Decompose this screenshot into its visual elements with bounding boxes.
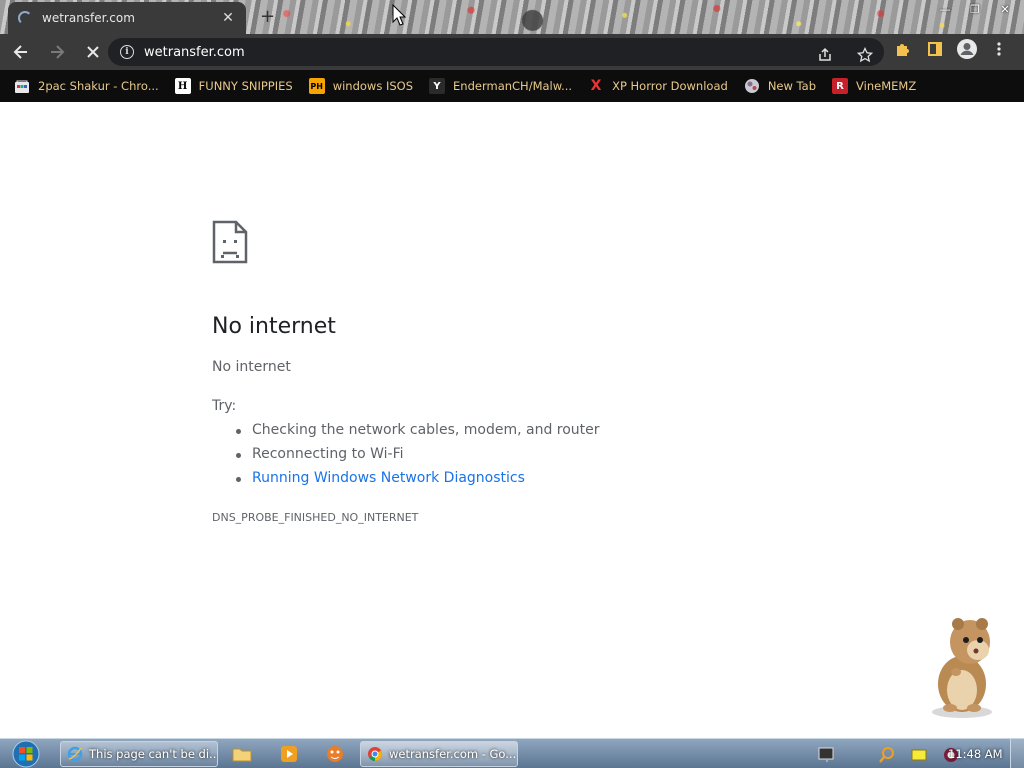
close-window-button[interactable]: ✕ (992, 0, 1018, 18)
minimize-button[interactable]: — (932, 0, 958, 18)
mouse-cursor-icon (392, 4, 406, 26)
bookmark-label: VineMEMZ (856, 79, 917, 93)
ph-icon: PH (308, 78, 325, 94)
task-label: wetransfer.com - Go... (389, 747, 517, 761)
bookmarks-bar: 2pac Shakur - Chro... H FUNNY SNIPPIES P… (0, 70, 1024, 102)
media-player-icon[interactable] (277, 742, 301, 766)
taskbar-clock[interactable]: 11:48 AM (948, 747, 1003, 761)
tab-close-icon[interactable]: ✕ (220, 10, 236, 26)
chrome-web-store-icon (14, 78, 30, 94)
tab-wetransfer[interactable]: wetransfer.com ✕ (8, 2, 246, 34)
window-controls: — ❐ ✕ (932, 0, 1018, 18)
hamster-icon[interactable] (918, 612, 1010, 720)
bookmark-xp-horror[interactable]: X XP Horror Download (588, 78, 728, 94)
bookmark-endermanch[interactable]: Y EndermanCH/Malw... (429, 78, 572, 94)
suggestion-reconnect-wifi: Reconnecting to Wi-Fi (236, 446, 600, 470)
title-bar: wetransfer.com ✕ + — ❐ ✕ (0, 0, 1024, 34)
internet-explorer-icon (67, 746, 83, 762)
profile-avatar-icon[interactable] (956, 38, 978, 60)
show-desktop-button[interactable] (1010, 739, 1024, 768)
bookmark-new-tab[interactable]: New Tab (744, 78, 816, 94)
forward-arrow-icon (51, 45, 65, 59)
start-button[interactable] (8, 739, 44, 768)
site-info-icon[interactable]: i (120, 45, 134, 59)
new-tab-button[interactable]: + (260, 6, 275, 27)
bookmark-label: XP Horror Download (612, 79, 728, 93)
bookmark-label: 2pac Shakur - Chro... (38, 79, 159, 93)
bookmark-vinememz[interactable]: R VineMEMZ (832, 78, 916, 94)
bookmark-windows-isos[interactable]: PH windows ISOS (308, 78, 414, 94)
system-tray (816, 744, 962, 766)
network-icon[interactable] (816, 744, 838, 766)
stop-x-icon (87, 46, 99, 58)
h-letter-icon: H (174, 78, 191, 94)
address-bar[interactable]: i wetransfer.com (108, 38, 884, 66)
search-icon[interactable] (876, 744, 898, 766)
github-icon: Y (429, 78, 446, 94)
suggestion-list: Checking the network cables, modem, and … (236, 422, 600, 494)
windows-start-orb-icon (12, 740, 40, 768)
back-arrow-icon (13, 45, 27, 59)
tab-title: wetransfer.com (42, 11, 135, 25)
error-title: No internet (212, 314, 336, 339)
error-code: DNS_PROBE_FINISHED_NO_INTERNET (212, 511, 419, 524)
bookmark-funny-snippies[interactable]: H FUNNY SNIPPIES (174, 78, 293, 94)
red-x-icon: X (590, 78, 602, 94)
address-url: wetransfer.com (144, 44, 245, 60)
back-button[interactable] (6, 37, 36, 67)
side-panel-icon[interactable] (924, 38, 946, 60)
file-explorer-icon[interactable] (230, 742, 254, 766)
browser-toolbar: i wetransfer.com (0, 34, 1024, 70)
share-icon[interactable] (814, 44, 836, 66)
menu-kebab-icon[interactable] (988, 38, 1010, 60)
network-diagnostics-link[interactable]: Running Windows Network Diagnostics (236, 470, 600, 494)
bookmark-star-icon[interactable] (854, 44, 876, 66)
error-subtitle: No internet (212, 359, 291, 375)
notes-icon[interactable] (908, 744, 930, 766)
stop-loading-button[interactable] (78, 37, 108, 67)
chrome-icon (368, 747, 382, 761)
taskbar: This page can't be di... wetransfer.com … (0, 738, 1024, 768)
try-label: Try: (212, 398, 237, 414)
bookmark-label: FUNNY SNIPPIES (198, 79, 293, 93)
bonzi-app-icon[interactable] (323, 742, 347, 766)
bookmark-2pac[interactable]: 2pac Shakur - Chro... (14, 78, 159, 94)
sad-document-icon (212, 220, 248, 264)
bookmark-label: windows ISOS (332, 79, 414, 93)
error-page: No internet No internet Try: Checking th… (0, 102, 1024, 738)
taskbar-chrome-window[interactable]: wetransfer.com - Go... (360, 741, 518, 767)
restore-button[interactable]: ❐ (962, 0, 988, 18)
extensions-puzzle-icon[interactable] (892, 38, 914, 60)
r-icon: R (832, 78, 849, 94)
bookmark-label: EndermanCH/Malw... (453, 79, 573, 93)
tray-spacer (848, 744, 866, 766)
globe-icon (744, 78, 760, 94)
task-label: This page can't be di... (89, 747, 218, 761)
taskbar-ie-window[interactable]: This page can't be di... (60, 741, 218, 767)
loading-spinner-icon (18, 11, 32, 25)
bookmark-label: New Tab (767, 79, 817, 93)
suggestion-check-cables: Checking the network cables, modem, and … (236, 422, 600, 446)
forward-button[interactable] (42, 37, 72, 67)
